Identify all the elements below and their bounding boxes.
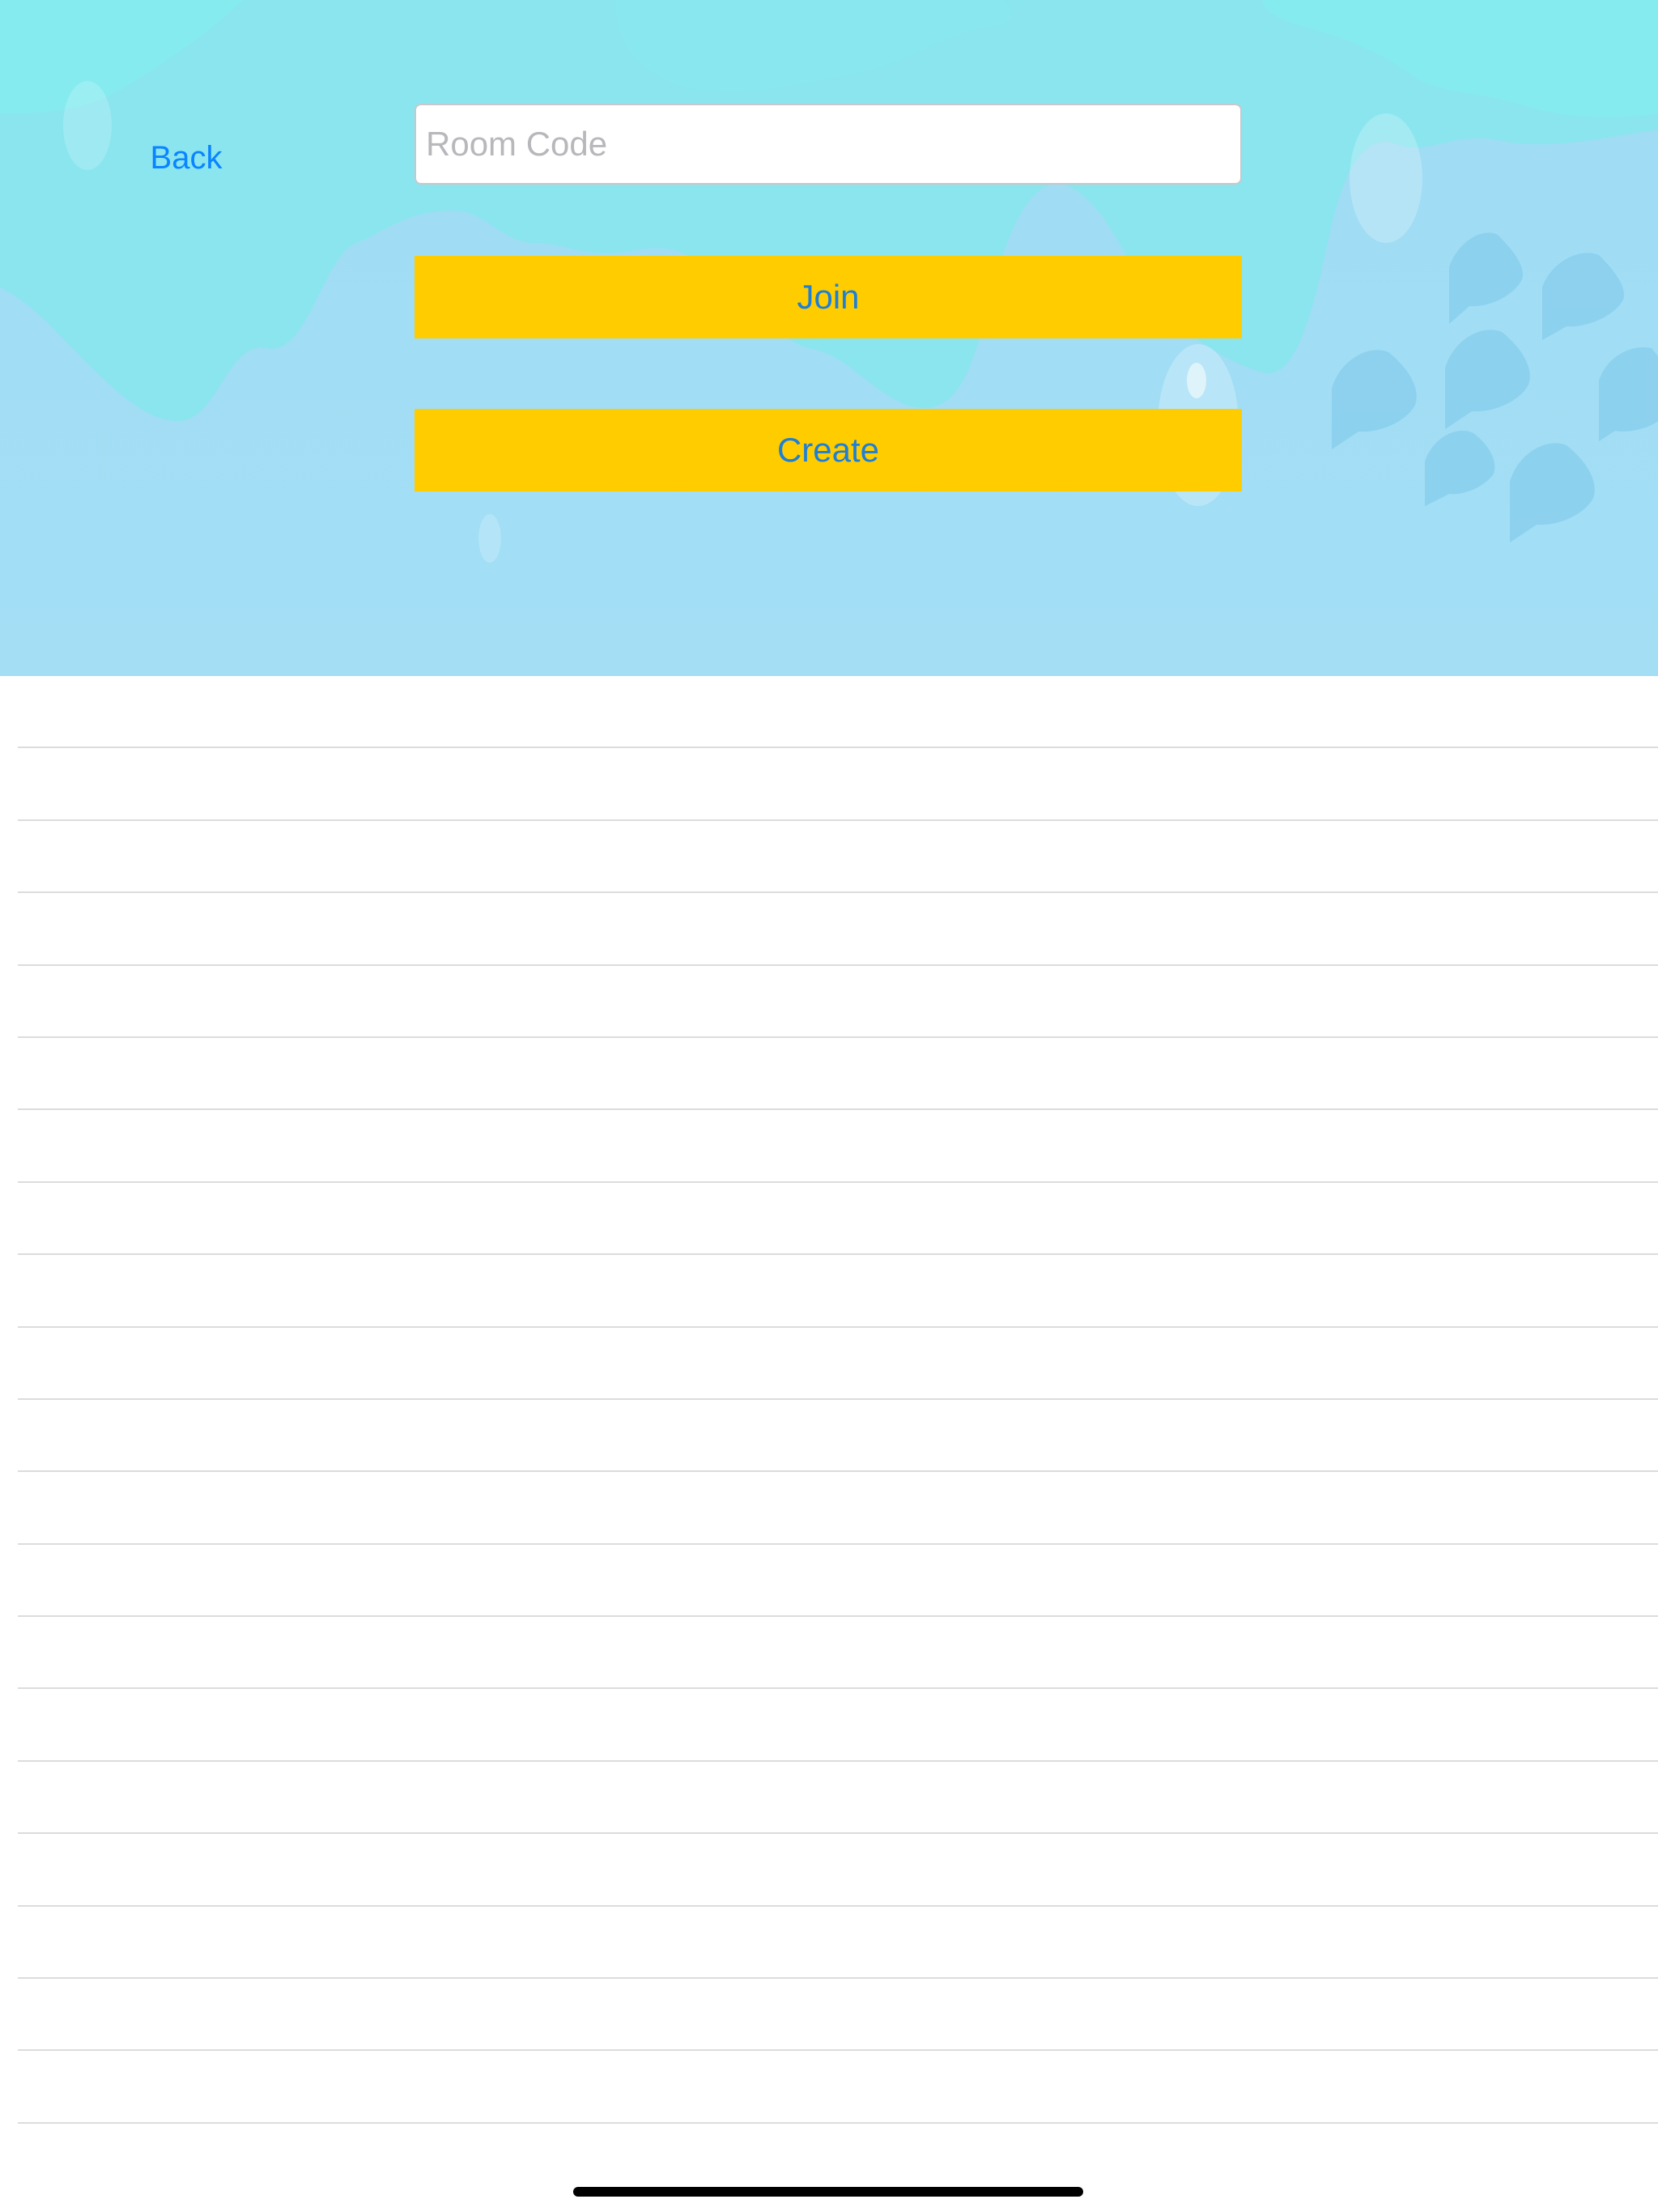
list-row[interactable] (18, 1038, 1658, 1111)
list-row[interactable] (18, 1472, 1658, 1545)
create-button[interactable]: Create (414, 409, 1242, 491)
list-row[interactable] (18, 1328, 1658, 1400)
room-screen: Back Join Create (0, 0, 1658, 2212)
list-row[interactable] (18, 1110, 1658, 1183)
list-row[interactable] (18, 1834, 1658, 1907)
list-row[interactable] (18, 1255, 1658, 1328)
list-row[interactable] (18, 1183, 1658, 1256)
list-row[interactable] (18, 2051, 1658, 2124)
list-row[interactable] (18, 821, 1658, 894)
list-row[interactable] (18, 1689, 1658, 1762)
list-row[interactable] (18, 893, 1658, 966)
underwater-header: Back Join Create (0, 0, 1658, 676)
list-row[interactable] (18, 966, 1658, 1038)
list-row[interactable] (18, 676, 1658, 749)
join-button[interactable]: Join (414, 256, 1242, 338)
list-row[interactable] (18, 1545, 1658, 1618)
list-row[interactable] (18, 1907, 1658, 1980)
room-list (0, 676, 1658, 2133)
list-row[interactable] (18, 748, 1658, 821)
list-row[interactable] (18, 1762, 1658, 1835)
list-row[interactable] (18, 1979, 1658, 2052)
room-code-input[interactable] (414, 104, 1242, 185)
back-button[interactable]: Back (130, 130, 243, 186)
list-row[interactable] (18, 1617, 1658, 1690)
list-row[interactable] (18, 1400, 1658, 1473)
home-indicator[interactable] (573, 2187, 1083, 2197)
